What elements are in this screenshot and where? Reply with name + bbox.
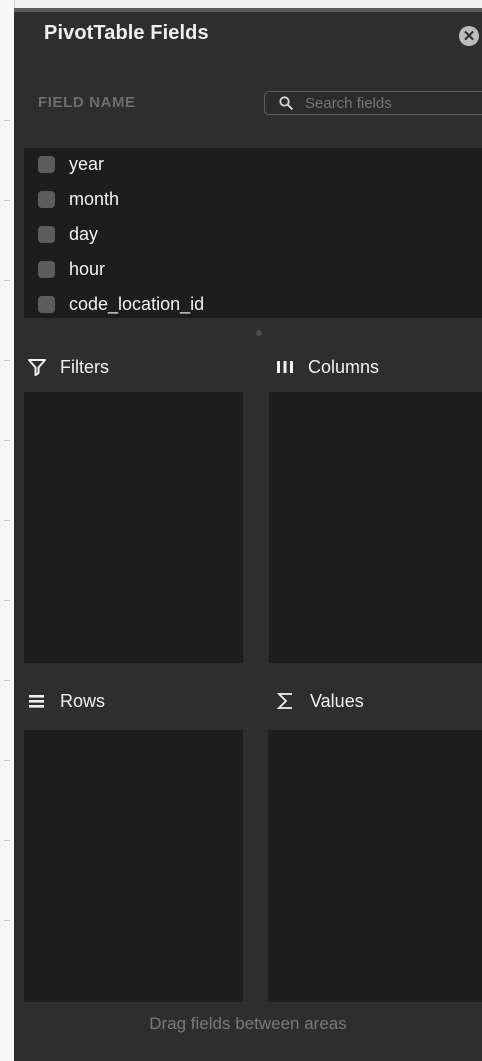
field-list: year month day hour code_location_id <box>24 148 482 318</box>
pivot-fields-panel: PivotTable Fields ✕ FIELD NAME year mont… <box>14 8 482 1061</box>
values-label: Values <box>310 690 364 711</box>
columns-header: Columns <box>276 352 379 382</box>
values-drop-area[interactable] <box>268 730 482 1002</box>
grid-line <box>4 840 10 841</box>
grid-line <box>4 920 10 921</box>
field-checkbox[interactable] <box>38 260 55 278</box>
field-label: day <box>69 223 99 244</box>
filter-funnel-icon <box>28 359 46 376</box>
drag-hint: Drag fields between areas <box>149 1014 347 1033</box>
field-label: year <box>69 153 105 174</box>
search-input[interactable] <box>305 94 482 112</box>
columns-drop-area[interactable] <box>269 392 482 663</box>
columns-bars-icon <box>277 361 293 373</box>
field-item-code-location-id[interactable]: code_location_id <box>38 292 204 316</box>
grid-line <box>4 600 10 601</box>
field-item-day[interactable]: day <box>38 222 98 246</box>
grid-line <box>4 440 10 441</box>
field-item-year[interactable]: year <box>38 152 104 176</box>
field-checkbox[interactable] <box>38 190 55 208</box>
grid-line <box>4 760 10 761</box>
field-label: month <box>69 188 120 209</box>
field-checkbox[interactable] <box>38 295 55 313</box>
field-item-month[interactable]: month <box>38 187 119 211</box>
grid-line <box>4 360 10 361</box>
grid-line <box>4 680 10 681</box>
resize-handle[interactable] <box>256 330 262 336</box>
rows-header: Rows <box>28 686 105 716</box>
grid-line <box>4 120 10 121</box>
grid-line <box>4 520 10 521</box>
columns-label: Columns <box>308 356 380 377</box>
grid-line <box>4 200 10 201</box>
filters-drop-area[interactable] <box>24 392 243 663</box>
field-label: code_location_id <box>69 293 205 314</box>
field-item-hour[interactable]: hour <box>38 257 105 281</box>
field-label: hour <box>69 258 106 279</box>
sigma-icon <box>276 693 292 709</box>
field-name-header: FIELD NAME <box>38 94 136 111</box>
field-checkbox[interactable] <box>38 155 55 173</box>
panel-title: PivotTable Fields <box>44 22 209 44</box>
rows-label: Rows <box>60 690 106 711</box>
filters-header: Filters <box>28 352 109 382</box>
search-field-box[interactable] <box>264 91 482 115</box>
rows-drop-area[interactable] <box>24 730 243 1002</box>
search-icon <box>279 96 293 110</box>
field-checkbox[interactable] <box>38 225 55 243</box>
values-header: Values <box>276 686 364 716</box>
sheet-edge <box>0 0 15 1061</box>
close-circle-icon[interactable]: ✕ <box>459 26 479 46</box>
grid-line <box>4 280 10 281</box>
rows-lines-icon <box>29 695 44 708</box>
filters-label: Filters <box>60 356 109 377</box>
panel-top-border <box>14 8 482 12</box>
